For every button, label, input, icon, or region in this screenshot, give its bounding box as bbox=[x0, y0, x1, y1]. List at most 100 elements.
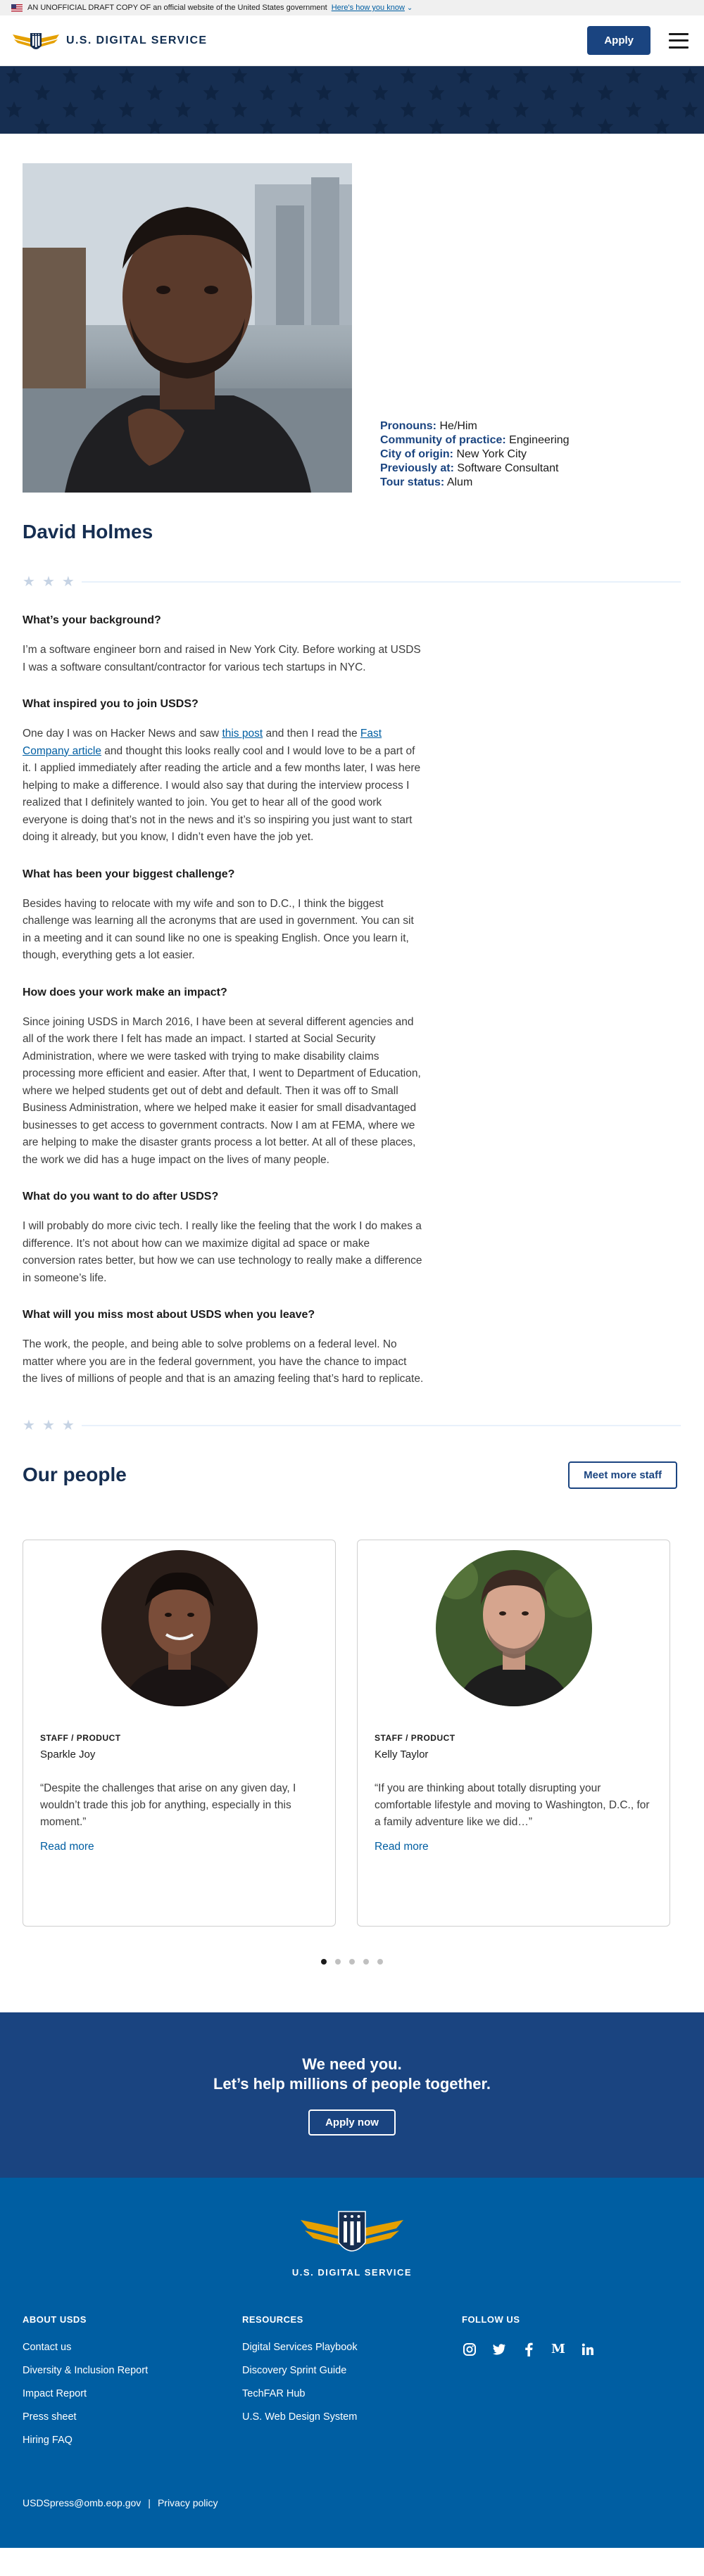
profile-header: Pronouns: He/Him Community of practice: … bbox=[23, 163, 681, 493]
site-header: U.S. DIGITAL SERVICE Apply bbox=[0, 15, 704, 66]
profile-section: Pronouns: He/Him Community of practice: … bbox=[0, 163, 704, 1965]
footer-columns: ABOUT USDS Contact us Diversity & Inclus… bbox=[23, 2314, 681, 2458]
staff-quote: “If you are thinking about totally disru… bbox=[375, 1782, 650, 1828]
answer: Besides having to relocate with my wife … bbox=[23, 897, 414, 962]
footer-resources-column: RESOURCES Digital Services Playbook Disc… bbox=[242, 2314, 462, 2458]
carousel-dot[interactable] bbox=[377, 1958, 383, 1965]
hamburger-menu-icon[interactable] bbox=[669, 32, 689, 49]
question: What’s your background? bbox=[23, 614, 161, 626]
tour-status-row: Tour status: Alum bbox=[380, 476, 473, 488]
staff-avatar bbox=[435, 1549, 592, 1706]
staff-name: Kelly Taylor bbox=[375, 1748, 429, 1760]
footer-link-uswds[interactable]: U.S. Web Design System bbox=[242, 2411, 462, 2423]
staff-role: STAFF / PRODUCT bbox=[40, 1732, 121, 1743]
site-footer: U.S. DIGITAL SERVICE ABOUT USDS Contact … bbox=[0, 2177, 704, 2548]
footer-link-techfar[interactable]: TechFAR Hub bbox=[242, 2388, 462, 2399]
star-icon: ★ bbox=[42, 574, 55, 590]
footer-link-impact-report[interactable]: Impact Report bbox=[23, 2388, 242, 2399]
profile-name: David Holmes bbox=[23, 521, 153, 543]
pronouns-row: Pronouns: He/Him bbox=[380, 420, 477, 432]
carousel-dot[interactable] bbox=[335, 1958, 341, 1965]
apply-now-button[interactable]: Apply now bbox=[308, 2109, 396, 2136]
usds-logo-link[interactable]: U.S. DIGITAL SERVICE bbox=[11, 27, 207, 54]
footer-link-diversity-report[interactable]: Diversity & Inclusion Report bbox=[23, 2365, 242, 2376]
carousel-dot[interactable] bbox=[321, 1958, 327, 1965]
footer-bottom: USDSpress@omb.eop.gov | Privacy policy bbox=[23, 2497, 218, 2508]
star-icon: ★ bbox=[23, 574, 35, 590]
footer-follow-title: FOLLOW US bbox=[462, 2314, 520, 2325]
privacy-policy-link[interactable]: Privacy policy bbox=[158, 2497, 218, 2508]
answer: I will probably do more civic tech. I re… bbox=[23, 1220, 422, 1284]
staff-quote: “Despite the challenges that arise on an… bbox=[40, 1782, 296, 1828]
footer-separator: | bbox=[148, 2496, 151, 2508]
this-post-link[interactable]: this post bbox=[222, 728, 263, 740]
header-actions: Apply bbox=[587, 26, 689, 55]
staff-avatar bbox=[101, 1549, 258, 1706]
twitter-icon[interactable] bbox=[491, 2342, 507, 2357]
star-pattern-icon bbox=[0, 66, 704, 134]
chevron-down-icon[interactable]: ⌄ bbox=[407, 4, 413, 12]
footer-logo[interactable]: U.S. DIGITAL SERVICE bbox=[23, 2207, 681, 2278]
star-divider: ★ ★ ★ bbox=[23, 574, 681, 590]
usds-eagle-logo-icon bbox=[13, 32, 59, 49]
logo-text: U.S. DIGITAL SERVICE bbox=[66, 34, 208, 46]
staff-carousel: STAFF / PRODUCT Sparkle Joy “Despite the… bbox=[23, 1539, 670, 1927]
staff-card[interactable]: STAFF / PRODUCT Sparkle Joy “Despite the… bbox=[23, 1539, 336, 1927]
question: What inspired you to join USDS? bbox=[23, 698, 199, 710]
our-people-header: Our people Meet more staff bbox=[23, 1461, 677, 1489]
question: What has been your biggest challenge? bbox=[23, 868, 235, 880]
footer-about-column: ABOUT USDS Contact us Diversity & Inclus… bbox=[23, 2314, 242, 2458]
footer-resources-title: RESOURCES bbox=[242, 2314, 303, 2325]
question: What will you miss most about USDS when … bbox=[23, 1309, 315, 1321]
previous-employer-row: Previously at: Software Consultant bbox=[380, 462, 559, 474]
call-to-action-banner: We need you. Let’s help millions of peop… bbox=[0, 2012, 704, 2178]
decorative-star-banner bbox=[0, 66, 704, 134]
profile-facts: Pronouns: He/Him Community of practice: … bbox=[380, 419, 570, 490]
carousel-dot[interactable] bbox=[349, 1958, 355, 1965]
footer-about-title: ABOUT USDS bbox=[23, 2314, 87, 2325]
answer: Since joining USDS in March 2016, I have… bbox=[23, 1015, 421, 1166]
footer-link-discovery-sprint[interactable]: Discovery Sprint Guide bbox=[242, 2365, 462, 2376]
press-email-link[interactable]: USDSpress@omb.eop.gov bbox=[23, 2497, 141, 2508]
meet-more-staff-button[interactable]: Meet more staff bbox=[568, 1461, 677, 1489]
us-flag-icon bbox=[11, 4, 23, 12]
question: How does your work make an impact? bbox=[23, 986, 227, 998]
our-people-section: Our people Meet more staff STAFF / PRODU… bbox=[23, 1461, 681, 1965]
question: What do you want to do after USDS? bbox=[23, 1191, 219, 1203]
read-more-link[interactable]: Read more bbox=[40, 1841, 318, 1853]
star-icon: ★ bbox=[61, 574, 75, 590]
star-divider: ★ ★ ★ bbox=[23, 1418, 681, 1433]
gov-banner-text: AN UNOFFICIAL DRAFT COPY OF an official … bbox=[27, 4, 327, 12]
cta-headline: We need you. bbox=[302, 2055, 402, 2073]
social-links: M bbox=[462, 2342, 681, 2357]
footer-link-press-sheet[interactable]: Press sheet bbox=[23, 2411, 242, 2423]
staff-name: Sparkle Joy bbox=[40, 1748, 96, 1760]
staff-card[interactable]: STAFF / PRODUCT Kelly Taylor “If you are… bbox=[357, 1539, 670, 1927]
footer-link-contact[interactable]: Contact us bbox=[23, 2342, 242, 2353]
profile-photo bbox=[23, 163, 352, 493]
read-more-link[interactable]: Read more bbox=[375, 1841, 653, 1853]
heres-how-you-know-link[interactable]: Here's how you know bbox=[332, 4, 405, 12]
star-icon: ★ bbox=[23, 1417, 35, 1433]
instagram-icon[interactable] bbox=[462, 2342, 477, 2357]
answer: The work, the people, and being able to … bbox=[23, 1338, 424, 1385]
footer-follow-column: FOLLOW US M bbox=[462, 2314, 681, 2458]
linkedin-icon[interactable] bbox=[580, 2342, 596, 2357]
footer-link-playbook[interactable]: Digital Services Playbook bbox=[242, 2342, 462, 2353]
carousel-pagination bbox=[23, 1958, 681, 1965]
usds-eagle-logo-icon bbox=[301, 2210, 403, 2252]
staff-role: STAFF / PRODUCT bbox=[375, 1732, 455, 1743]
footer-link-hiring-faq[interactable]: Hiring FAQ bbox=[23, 2435, 242, 2446]
medium-icon[interactable]: M bbox=[551, 2342, 566, 2357]
apply-button[interactable]: Apply bbox=[587, 26, 650, 55]
gov-banner: AN UNOFFICIAL DRAFT COPY OF an official … bbox=[0, 0, 704, 15]
star-icon: ★ bbox=[61, 1417, 75, 1433]
answer: One day I was on Hacker News and saw thi… bbox=[23, 728, 421, 843]
facebook-icon[interactable] bbox=[521, 2342, 536, 2357]
footer-logo-text: U.S. DIGITAL SERVICE bbox=[291, 2266, 413, 2278]
interview-qa: What’s your background? I’m a software e… bbox=[23, 614, 424, 1388]
star-icon: ★ bbox=[42, 1417, 55, 1433]
community-row: Community of practice: Engineering bbox=[380, 434, 570, 446]
carousel-dot[interactable] bbox=[363, 1958, 369, 1965]
our-people-title: Our people bbox=[23, 1464, 127, 1485]
